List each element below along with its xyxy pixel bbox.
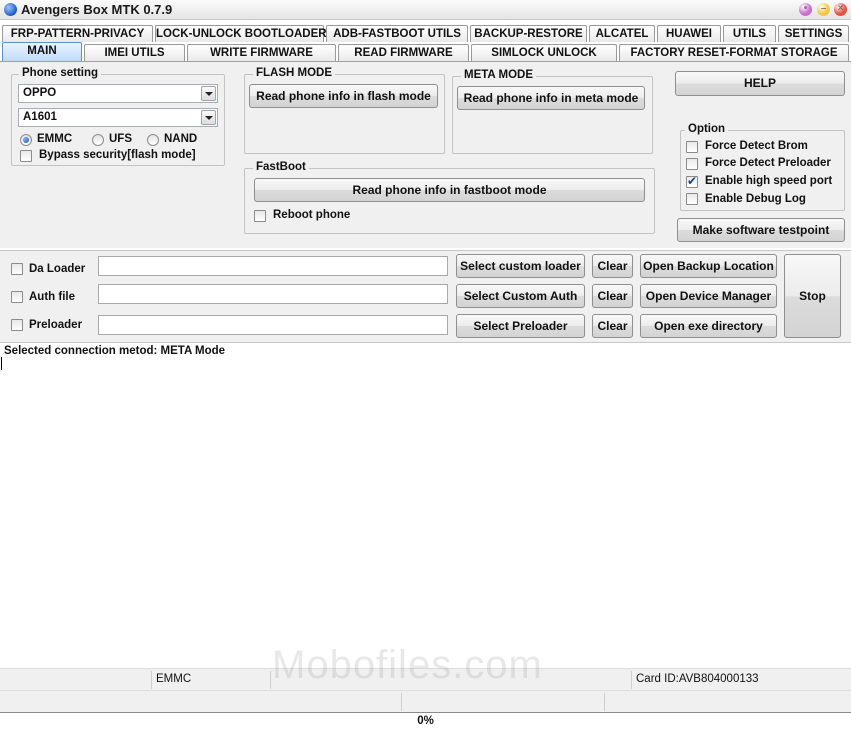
pin-icon: • xyxy=(803,3,808,14)
storage-radio-emmc[interactable] xyxy=(20,134,32,146)
bypass-security-checkbox[interactable] xyxy=(20,150,32,162)
tab-lock-unlock-bootloader[interactable]: LOCK-UNLOCK BOOTLOADER xyxy=(155,25,327,42)
storage-radio-ufs[interactable] xyxy=(92,134,104,146)
preloader-checkbox[interactable] xyxy=(11,319,23,331)
open-backup-location-button[interactable]: Open Backup Location xyxy=(640,254,777,278)
storage-label-emmc: EMMC xyxy=(37,133,73,145)
tab-settings[interactable]: SETTINGS xyxy=(778,25,849,42)
app-icon xyxy=(4,3,17,16)
tab-adb-fastboot-utils[interactable]: ADB-FASTBOOT UTILS xyxy=(326,25,468,42)
tab-frp-pattern-privacy[interactable]: FRP-PATTERN-PRIVACY xyxy=(2,25,153,42)
tab-simlock-unlock[interactable]: SIMLOCK UNLOCK xyxy=(471,44,617,61)
tab-alcatel[interactable]: ALCATEL xyxy=(589,25,655,42)
status-divider xyxy=(631,671,632,689)
storage-radio-nand[interactable] xyxy=(147,134,159,146)
read-fastboot-mode-button[interactable]: Read phone info in fastboot mode xyxy=(254,178,645,202)
clear-da-loader-button[interactable]: Clear xyxy=(592,254,633,278)
phone-setting-label: Phone setting xyxy=(19,67,102,80)
auth-file-label: Auth file xyxy=(29,291,75,303)
log-output[interactable] xyxy=(0,344,851,668)
window-title: Avengers Box MTK 0.7.9 xyxy=(21,2,173,17)
chevron-down-icon[interactable] xyxy=(201,110,216,125)
preloader-label: Preloader xyxy=(29,319,83,331)
da-loader-label: Da Loader xyxy=(29,263,86,275)
force-detect-preloader-checkbox[interactable] xyxy=(686,158,698,170)
auth-file-checkbox[interactable] xyxy=(11,291,23,303)
make-software-testpoint-button[interactable]: Make software testpoint xyxy=(677,218,845,242)
read-meta-mode-button[interactable]: Read phone info in meta mode xyxy=(457,86,645,110)
tab-imei-utils[interactable]: IMEI UTILS xyxy=(84,44,185,61)
progress-text: 0% xyxy=(417,715,434,727)
storage-label-nand: NAND xyxy=(164,133,198,145)
open-device-manager-button[interactable]: Open Device Manager xyxy=(640,284,777,308)
pin-button[interactable]: • xyxy=(799,3,812,16)
clear-auth-file-button[interactable]: Clear xyxy=(592,284,633,308)
enable-debug-log-checkbox[interactable] xyxy=(686,193,698,205)
da-loader-path-input[interactable] xyxy=(98,256,448,276)
brand-select[interactable]: OPPO xyxy=(18,84,218,103)
text-caret xyxy=(1,357,2,370)
tab-backup-restore[interactable]: BACKUP-RESTORE xyxy=(470,25,587,42)
tab-huawei[interactable]: HUAWEI xyxy=(657,25,721,42)
tab-utils[interactable]: UTILS xyxy=(723,25,776,42)
model-select[interactable]: A1601 xyxy=(18,108,218,127)
tab-main[interactable]: MAIN xyxy=(2,42,82,61)
close-button[interactable]: × xyxy=(834,3,847,16)
minimize-button[interactable]: – xyxy=(817,3,830,16)
status-divider xyxy=(604,693,605,711)
reboot-phone-checkbox[interactable] xyxy=(254,210,266,222)
watermark: Mobofiles.com xyxy=(272,643,543,687)
status-storage: EMMC xyxy=(156,673,192,685)
model-value: A1601 xyxy=(23,111,57,123)
select-preloader-button[interactable]: Select Preloader xyxy=(456,314,585,338)
tab-read-firmware[interactable]: READ FIRMWARE xyxy=(338,44,469,61)
log-line: Selected connection metod: META Mode xyxy=(4,345,226,357)
select-custom-loader-button[interactable]: Select custom loader xyxy=(456,254,585,278)
meta-mode-label: META MODE xyxy=(461,69,536,82)
option-label: Option xyxy=(685,123,729,136)
force-detect-brom-checkbox[interactable] xyxy=(686,141,698,153)
enable-high-speed-port-checkbox[interactable] xyxy=(686,174,698,188)
force-detect-preloader-label: Force Detect Preloader xyxy=(705,157,831,169)
read-flash-mode-button[interactable]: Read phone info in flash mode xyxy=(249,84,438,108)
storage-label-ufs: UFS xyxy=(109,133,132,145)
clear-preloader-button[interactable]: Clear xyxy=(592,314,633,338)
stop-button[interactable]: Stop xyxy=(784,254,841,338)
select-custom-auth-button[interactable]: Select Custom Auth xyxy=(456,284,585,308)
progress-bar: 0% xyxy=(0,712,851,730)
status-bar-secondary xyxy=(0,690,851,712)
fastboot-label: FastBoot xyxy=(253,161,309,174)
tab-write-firmware[interactable]: WRITE FIRMWARE xyxy=(187,44,336,61)
minimize-icon: – xyxy=(820,3,827,14)
auth-file-path-input[interactable] xyxy=(98,284,448,304)
title-bar: Avengers Box MTK 0.7.9 • – × xyxy=(0,0,851,20)
preloader-path-input[interactable] xyxy=(98,315,448,335)
help-button[interactable]: HELP xyxy=(675,71,845,96)
status-divider xyxy=(401,693,402,711)
status-divider xyxy=(270,671,271,689)
status-card-id: Card ID:AVB804000133 xyxy=(636,673,759,685)
tab-factory-reset-format-storage[interactable]: FACTORY RESET-FORMAT STORAGE xyxy=(619,44,849,61)
chevron-down-icon[interactable] xyxy=(201,86,216,101)
bypass-security-label: Bypass security[flash mode] xyxy=(39,149,196,161)
flash-mode-label: FLASH MODE xyxy=(253,67,336,80)
close-icon: × xyxy=(837,3,844,14)
status-divider xyxy=(151,671,152,689)
force-detect-brom-label: Force Detect Brom xyxy=(705,140,808,152)
brand-value: OPPO xyxy=(23,87,57,99)
da-loader-checkbox[interactable] xyxy=(11,263,23,275)
reboot-phone-label: Reboot phone xyxy=(273,209,351,221)
open-exe-directory-button[interactable]: Open exe directory xyxy=(640,314,777,338)
enable-debug-log-label: Enable Debug Log xyxy=(705,193,806,205)
enable-high-speed-port-label: Enable high speed port xyxy=(705,175,833,187)
